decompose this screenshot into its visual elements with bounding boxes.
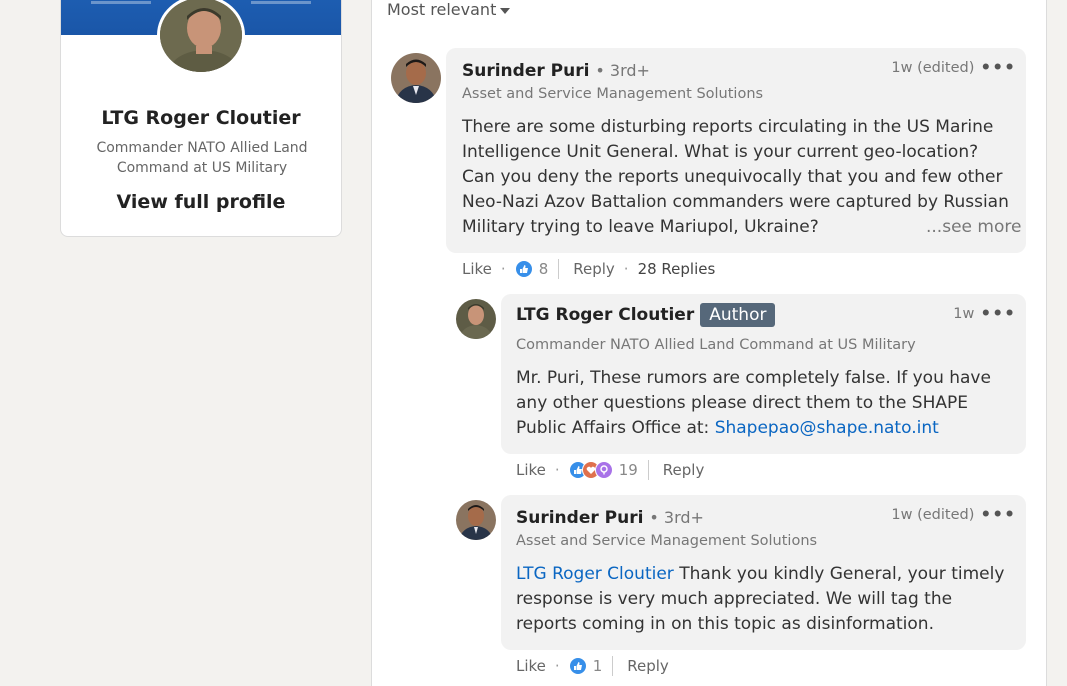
comment-author[interactable]: Surinder Puri • 3rd+: [462, 61, 650, 81]
comment-meta: 1w (edited) •••: [891, 60, 1016, 77]
avatar[interactable]: [391, 53, 441, 103]
profile-name[interactable]: LTG Roger Cloutier: [61, 107, 341, 129]
like-button[interactable]: Like: [462, 260, 492, 278]
connection-degree: • 3rd+: [595, 61, 650, 80]
comment-timestamp: 1w (edited): [891, 507, 975, 523]
comment-author[interactable]: Surinder Puri • 3rd+: [516, 508, 704, 528]
author-badge: Author: [700, 303, 776, 327]
comment-text: LTG Roger Cloutier Thank you kindly Gene…: [516, 564, 1005, 634]
comment-actions: Like · 8 Reply · 28 Replies: [462, 259, 716, 279]
reaction-count: 19: [618, 461, 638, 479]
comment-timestamp: 1w (edited): [891, 60, 975, 76]
reply-button[interactable]: Reply: [573, 260, 615, 278]
comment-author-headline: Commander NATO Allied Land Command at US…: [516, 337, 916, 353]
avatar[interactable]: [456, 299, 496, 339]
comment-text: Mr. Puri, These rumors are completely fa…: [516, 368, 991, 438]
reactions-summary[interactable]: 8: [514, 260, 549, 278]
curious-icon: [594, 461, 613, 479]
connection-degree: • 3rd+: [649, 508, 704, 527]
like-button[interactable]: Like: [516, 657, 546, 675]
more-options-icon[interactable]: •••: [980, 60, 1016, 77]
comment-author-headline: Asset and Service Management Solutions: [516, 533, 818, 549]
more-options-icon[interactable]: •••: [980, 507, 1016, 524]
replies-count-link[interactable]: 28 Replies: [638, 260, 716, 278]
more-options-icon[interactable]: •••: [980, 306, 1016, 323]
avatar[interactable]: [456, 500, 496, 540]
comment-author[interactable]: LTG Roger Cloutier Author: [516, 303, 776, 327]
profile-headline: Commander NATO Allied Land Command at US…: [96, 140, 308, 176]
sort-dropdown[interactable]: Most relevant: [387, 0, 511, 19]
caret-down-icon: [500, 7, 511, 14]
profile-avatar[interactable]: [157, 0, 245, 75]
comment-author-headline: Asset and Service Management Solutions: [462, 86, 764, 102]
view-full-profile-link[interactable]: View full profile: [61, 191, 341, 213]
comment-timestamp: 1w: [953, 306, 975, 322]
comment-actions: Like · 19 Reply: [516, 460, 705, 480]
like-icon: [514, 260, 533, 278]
see-more-link[interactable]: ...see more: [922, 217, 1022, 237]
profile-card: LTG Roger Cloutier Commander NATO Allied…: [60, 0, 342, 237]
reply-button[interactable]: Reply: [627, 657, 669, 675]
sort-label: Most relevant: [387, 0, 497, 19]
comment-meta: 1w (edited) •••: [891, 507, 1016, 524]
reaction-count: 1: [592, 657, 603, 675]
mention-link[interactable]: LTG Roger Cloutier: [516, 564, 674, 584]
reaction-count: 8: [538, 260, 549, 278]
like-icon: [568, 657, 587, 675]
reply-button[interactable]: Reply: [663, 461, 705, 479]
comment-actions: Like · 1 Reply: [516, 656, 669, 676]
email-link[interactable]: Shapepao@shape.nato.int: [715, 418, 939, 438]
comment-meta: 1w •••: [953, 306, 1016, 323]
reactions-summary[interactable]: 1: [568, 657, 603, 675]
like-button[interactable]: Like: [516, 461, 546, 479]
reactions-summary[interactable]: 19: [568, 461, 638, 479]
